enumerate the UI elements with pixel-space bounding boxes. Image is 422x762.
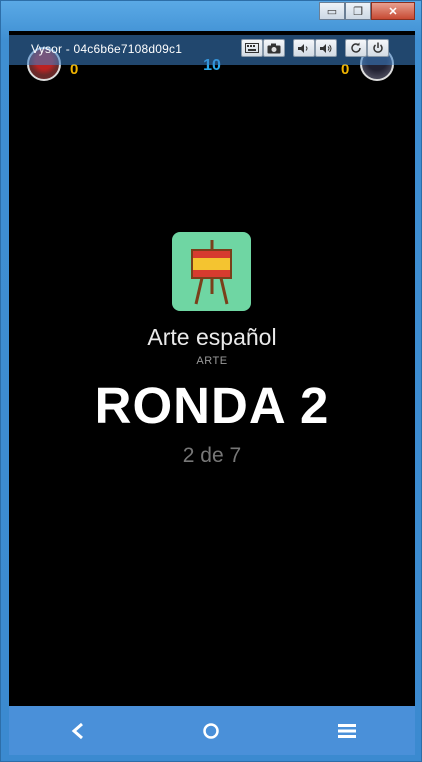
device-screen[interactable]: [9, 31, 415, 706]
window-titlebar[interactable]: ▭ ❐ ✕: [1, 1, 421, 31]
category-easel-icon: [172, 232, 251, 311]
minimize-button[interactable]: ▭: [319, 2, 345, 20]
menu-icon[interactable]: [334, 718, 360, 744]
keyboard-icon[interactable]: [241, 39, 263, 57]
power-icon[interactable]: [367, 39, 389, 57]
close-button[interactable]: ✕: [371, 2, 415, 20]
android-navbar: [9, 706, 415, 755]
camera-icon[interactable]: [263, 39, 285, 57]
volume-down-icon[interactable]: [293, 39, 315, 57]
back-icon[interactable]: [65, 718, 91, 744]
rotate-icon[interactable]: [345, 39, 367, 57]
category-title: Arte español: [147, 324, 277, 350]
vysor-window: ▭ ❐ ✕ 0 0 10 Vysor - 04c6b6e7108d09c1 Ar…: [0, 0, 422, 762]
home-icon[interactable]: [198, 718, 224, 744]
round-progress: 2 de 7: [182, 444, 242, 467]
window-title: Vysor - 04c6b6e7108d09c1: [31, 42, 183, 56]
vysor-toolbar: Vysor - 04c6b6e7108d09c1: [9, 35, 415, 65]
window-controls: ▭ ❐ ✕: [319, 2, 415, 20]
restore-button[interactable]: ❐: [345, 2, 371, 20]
vysor-tools: [241, 39, 395, 57]
volume-up-icon[interactable]: [315, 39, 337, 57]
round-label: RONDA 2: [94, 377, 330, 434]
category-subtitle: ARTE: [196, 355, 228, 367]
